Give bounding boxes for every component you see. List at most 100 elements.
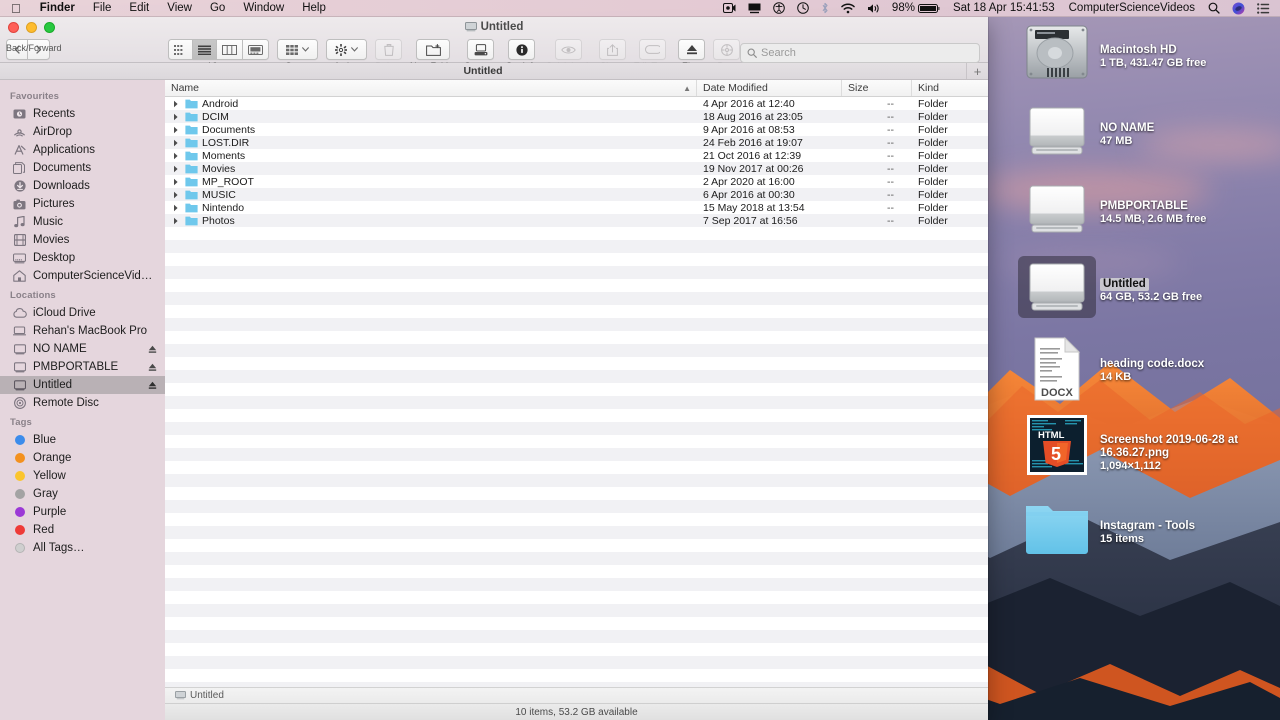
eject-icon[interactable]: [148, 345, 157, 354]
siri-icon[interactable]: [1226, 0, 1251, 16]
accessibility-icon[interactable]: [767, 0, 791, 16]
disclosure-triangle-icon[interactable]: [171, 217, 181, 225]
get-info-button[interactable]: [508, 39, 536, 60]
disclosure-triangle-icon[interactable]: [171, 165, 181, 173]
disclosure-triangle-icon[interactable]: [171, 204, 181, 212]
sidebar-item-documents[interactable]: Documents: [0, 159, 165, 177]
minimize-button[interactable]: [26, 22, 37, 33]
column-header-name[interactable]: Name ▲: [165, 80, 697, 96]
table-row[interactable]: LOST.DIR 24 Feb 2016 at 19:07 -- Folder: [165, 136, 988, 149]
sidebar-item-pictures[interactable]: Pictures: [0, 195, 165, 213]
table-row[interactable]: Moments 21 Oct 2016 at 12:39 -- Folder: [165, 149, 988, 162]
table-row[interactable]: Photos 7 Sep 2017 at 16:56 -- Folder: [165, 214, 988, 227]
disclosure-triangle-icon[interactable]: [171, 126, 181, 134]
menu-item-go[interactable]: Go: [201, 0, 234, 16]
table-row[interactable]: DCIM 18 Aug 2016 at 23:05 -- Folder: [165, 110, 988, 123]
file-name-cell[interactable]: Moments: [165, 150, 697, 162]
airplay-display-icon[interactable]: [742, 0, 767, 16]
disclosure-triangle-icon[interactable]: [171, 191, 181, 199]
sidebar-item-tag-gray[interactable]: Gray: [0, 485, 165, 503]
sidebar-item-untitled[interactable]: Untitled: [0, 376, 165, 394]
spotlight-search-icon[interactable]: [1202, 0, 1226, 16]
control-center-icon[interactable]: [1251, 0, 1276, 16]
table-row[interactable]: Movies 19 Nov 2017 at 00:26 -- Folder: [165, 162, 988, 175]
gallery-view-button[interactable]: [243, 39, 269, 60]
sidebar-item-recents[interactable]: Recents: [0, 105, 165, 123]
sidebar-item-tag-yellow[interactable]: Yellow: [0, 467, 165, 485]
sidebar-item-desktop[interactable]: Desktop: [0, 249, 165, 267]
menu-item-window[interactable]: Window: [234, 0, 293, 16]
sidebar-item-tag-blue[interactable]: Blue: [0, 431, 165, 449]
sidebar-item-all-tags[interactable]: All Tags…: [0, 539, 165, 557]
desktop-icon-pmbportable[interactable]: PMBPORTABLE 14.5 MB, 2.6 MB free: [1018, 178, 1206, 240]
disclosure-triangle-icon[interactable]: [171, 139, 181, 147]
desktop-icon-macintosh-hd[interactable]: Macintosh HD 1 TB, 431.47 GB free: [1018, 22, 1206, 84]
sidebar-item-pmbportable[interactable]: PMBPORTABLE: [0, 358, 165, 376]
screen-recording-icon[interactable]: [717, 0, 742, 16]
new-folder-button[interactable]: [416, 39, 450, 60]
battery-status[interactable]: 98%: [886, 0, 946, 16]
volume-icon[interactable]: [861, 0, 886, 16]
sidebar-item-tag-purple[interactable]: Purple: [0, 503, 165, 521]
file-name-cell[interactable]: Movies: [165, 163, 697, 175]
group-by-button[interactable]: [277, 39, 318, 60]
finder-window[interactable]: Untitled Back/Forward Search Untitled + …: [0, 17, 988, 720]
path-bar[interactable]: Untitled: [165, 687, 988, 703]
table-row[interactable]: Android 4 Apr 2016 at 12:40 -- Folder: [165, 97, 988, 110]
eject-button[interactable]: [678, 39, 706, 60]
column-headers[interactable]: Name ▲ Date Modified Size Kind: [165, 80, 988, 97]
file-rows[interactable]: Android 4 Apr 2016 at 12:40 -- Folder DCIM 18…: [165, 97, 988, 687]
tab-bar[interactable]: Untitled +: [0, 63, 988, 80]
eject-icon[interactable]: [148, 381, 157, 390]
view-mode-segment[interactable]: [168, 39, 269, 60]
column-header-kind[interactable]: Kind: [912, 80, 988, 96]
new-tab-button[interactable]: +: [966, 63, 988, 79]
sidebar-item-music[interactable]: Music: [0, 213, 165, 231]
file-name-cell[interactable]: Nintendo: [165, 202, 697, 214]
column-view-button[interactable]: [217, 39, 243, 60]
sidebar-item-applications[interactable]: Applications: [0, 141, 165, 159]
file-name-cell[interactable]: MP_ROOT: [165, 176, 697, 188]
table-row[interactable]: Nintendo 15 May 2018 at 13:54 -- Folder: [165, 201, 988, 214]
disclosure-triangle-icon[interactable]: [171, 152, 181, 160]
sidebar-item-computersciencevideos[interactable]: ComputerScienceVideos: [0, 267, 165, 285]
column-header-date-modified[interactable]: Date Modified: [697, 80, 842, 96]
menu-item-finder[interactable]: Finder: [31, 0, 84, 16]
sidebar-item-tag-red[interactable]: Red: [0, 521, 165, 539]
disclosure-triangle-icon[interactable]: [171, 100, 181, 108]
sidebar-item-downloads[interactable]: Downloads: [0, 177, 165, 195]
eject-icon[interactable]: [148, 363, 157, 372]
icon-view-button[interactable]: [168, 39, 193, 60]
sidebar-item-remote-disc[interactable]: Remote Disc: [0, 394, 165, 412]
column-header-size[interactable]: Size: [842, 80, 912, 96]
file-name-cell[interactable]: MUSIC: [165, 189, 697, 201]
table-row[interactable]: Documents 9 Apr 2016 at 08:53 -- Folder: [165, 123, 988, 136]
sidebar-item-airdrop[interactable]: AirDrop: [0, 123, 165, 141]
menu-bar-clock[interactable]: Sat 18 Apr 15:41:53: [946, 2, 1062, 14]
desktop-icon-instagram-tools-folder[interactable]: Instagram - Tools 15 items: [1018, 498, 1195, 558]
desktop-icon-untitled[interactable]: Untitled 64 GB, 53.2 GB free: [1018, 256, 1202, 318]
apple-logo-icon[interactable]: : [0, 0, 31, 16]
tab-untitled[interactable]: Untitled: [0, 65, 966, 77]
action-menu-button[interactable]: [326, 39, 367, 60]
finder-sidebar[interactable]: Favourites Recents AirDrop Applications …: [0, 80, 165, 720]
zoom-button[interactable]: [44, 22, 55, 33]
finder-toolbar[interactable]: Untitled Back/Forward Search: [0, 17, 988, 74]
sidebar-item-rehans-macbook-pro[interactable]: Rehan's MacBook Pro: [0, 322, 165, 340]
file-name-cell[interactable]: Android: [165, 98, 697, 110]
search-input[interactable]: Search: [740, 43, 980, 63]
sidebar-item-movies[interactable]: Movies: [0, 231, 165, 249]
sidebar-item-icloud-drive[interactable]: iCloud Drive: [0, 304, 165, 322]
file-name-cell[interactable]: Documents: [165, 124, 697, 136]
wifi-icon[interactable]: [835, 0, 861, 16]
disclosure-triangle-icon[interactable]: [171, 178, 181, 186]
table-row[interactable]: MUSIC 6 Apr 2016 at 00:30 -- Folder: [165, 188, 988, 201]
disclosure-triangle-icon[interactable]: [171, 113, 181, 121]
time-machine-icon[interactable]: [791, 0, 815, 16]
bluetooth-icon[interactable]: [815, 0, 835, 16]
menu-bar[interactable]:  Finder File Edit View Go Window Help: [0, 0, 1280, 17]
file-name-cell[interactable]: LOST.DIR: [165, 137, 697, 149]
file-name-cell[interactable]: DCIM: [165, 111, 697, 123]
sidebar-item-tag-orange[interactable]: Orange: [0, 449, 165, 467]
table-row[interactable]: MP_ROOT 2 Apr 2020 at 16:00 -- Folder: [165, 175, 988, 188]
